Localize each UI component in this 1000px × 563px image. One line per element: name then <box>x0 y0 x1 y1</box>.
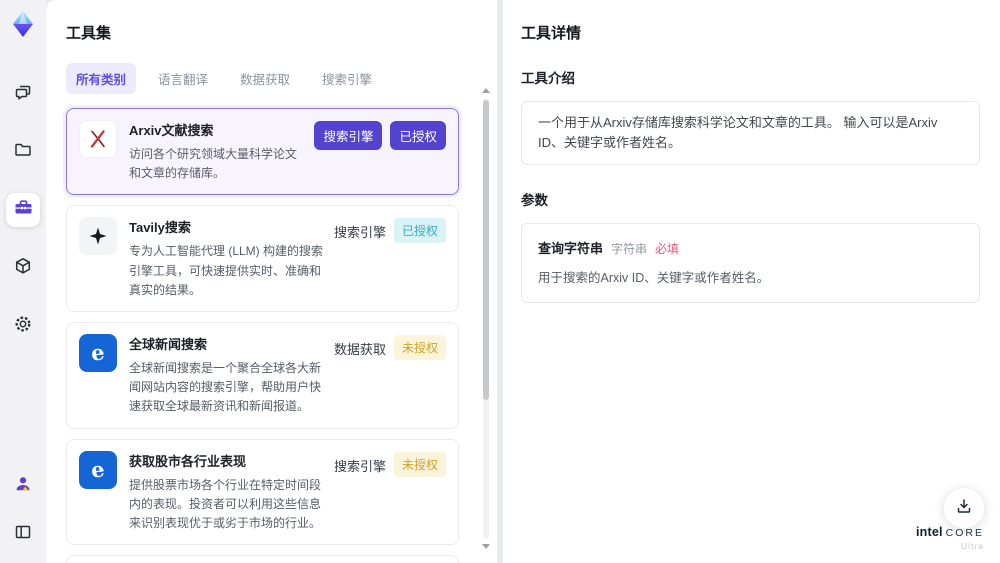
category-tabs: 所有类别 语言翻译 数据获取 搜索引擎 <box>66 63 473 94</box>
list-scrollbar[interactable] <box>482 88 490 549</box>
scrollbar-up-arrow-icon[interactable] <box>482 88 490 93</box>
param-name: 查询字符串 <box>538 241 604 257</box>
tool-description: 提供股票市场各个行业在特定时间段内的表现。投资者可以利用这些信息来识别表现优于或… <box>129 477 322 530</box>
category-tag: 搜索引擎 <box>333 225 386 241</box>
param-type: 字符串 <box>611 242 648 257</box>
intel-core-logo: intel CORE Ultra <box>915 525 984 551</box>
tool-name: Arxiv文献搜索 <box>129 123 214 138</box>
download-icon <box>955 497 973 520</box>
sidebar-item-packages[interactable] <box>6 251 40 285</box>
news-logo-icon: e <box>79 450 117 489</box>
param-description: 用于搜索的Arxiv ID、关键字或作者姓名。 <box>538 271 770 286</box>
sidebar-item-account[interactable] <box>6 469 40 503</box>
tool-card-sector-performance[interactable]: e 获取股市各行业表现 提供股票市场各个行业在特定时间段内的表现。投资者可以利用… <box>66 438 459 546</box>
tool-list: Arxiv文献搜索 访问各个研究领域大量科学论文和文章的存储库。 搜索引擎 已授… <box>66 108 473 563</box>
news-logo-icon: e <box>79 333 117 372</box>
tool-card-arxiv[interactable]: Arxiv文献搜索 访问各个研究领域大量科学论文和文章的存储库。 搜索引擎 已授… <box>66 108 459 196</box>
param-required-flag: 必填 <box>655 242 680 257</box>
tab-all-categories[interactable]: 所有类别 <box>66 63 137 94</box>
brand-sub-text: Ultra <box>961 540 984 551</box>
panel-toggle-icon <box>13 522 33 547</box>
sidebar-rail <box>0 0 46 563</box>
package-icon <box>13 256 33 281</box>
tavily-star-icon <box>79 217 117 256</box>
toolbox-icon <box>13 197 34 223</box>
auth-status-badge: 已授权 <box>393 218 446 244</box>
tools-panel: 工具集 所有类别 语言翻译 数据获取 搜索引擎 Arxiv文献搜索 访问各个研究… <box>46 0 497 563</box>
params-heading: 参数 <box>521 193 548 209</box>
details-title: 工具详情 <box>521 25 582 42</box>
scrollbar-thumb[interactable] <box>483 100 489 400</box>
tool-description: 访问各个研究领域大量科学论文和文章的存储库。 <box>129 147 298 181</box>
auth-status-badge[interactable]: 已授权 <box>390 121 446 150</box>
settings-gear-icon <box>13 314 33 339</box>
sidebar-item-tools[interactable] <box>6 193 40 227</box>
app-logo-gem-icon <box>10 10 36 43</box>
brand-intel-text: intel <box>915 525 943 539</box>
page-title: 工具集 <box>66 25 112 42</box>
sidebar-item-chat[interactable] <box>6 77 40 111</box>
category-tag: 数据获取 <box>333 341 386 357</box>
sidebar-item-settings[interactable] <box>6 309 40 343</box>
auth-status-badge: 未授权 <box>393 451 446 477</box>
auth-status-badge: 未授权 <box>393 334 446 360</box>
tool-description: 全球新闻搜索是一个聚合全球各大新闻网站内容的搜索引擎，帮助用户快速获取全球最新资… <box>129 360 322 414</box>
chat-icon <box>13 82 33 107</box>
tab-language-translation[interactable]: 语言翻译 <box>148 63 218 94</box>
tool-name: 获取股市各行业表现 <box>129 453 247 469</box>
folder-icon <box>13 140 33 165</box>
parameter-card: 查询字符串 字符串 必填 用于搜索的Arxiv ID、关键字或作者姓名。 <box>521 223 980 304</box>
tool-name: 全球新闻搜索 <box>129 336 208 352</box>
category-tag[interactable]: 搜索引擎 <box>314 121 383 150</box>
brand-core-text: CORE <box>945 527 984 539</box>
tool-card-most-active-stocks[interactable]: e 获取市场最活跃股票信息 提供当天交易量最高的股票列表，投资者可以利用这些信息… <box>66 555 459 563</box>
tool-name: Tavily搜索 <box>129 220 191 236</box>
tool-details-panel: 工具详情 工具介绍 一个用于从Arxiv存储库搜索科学论文和文章的工具。 输入可… <box>503 0 1000 563</box>
sidebar-item-files[interactable] <box>6 135 40 169</box>
category-tag: 搜索引擎 <box>333 458 386 474</box>
download-button[interactable] <box>943 487 985 529</box>
user-icon <box>13 474 33 499</box>
scrollbar-down-arrow-icon[interactable] <box>482 544 490 549</box>
arxiv-logo-icon <box>79 120 117 158</box>
tool-description: 专为人工智能代理 (LLM) 构建的搜索引擎工具，可快速提供实时、准确和真实的结… <box>129 244 324 297</box>
tool-card-global-news[interactable]: e 全球新闻搜索 全球新闻搜索是一个聚合全球各大新闻网站内容的搜索引擎，帮助用户… <box>66 321 459 429</box>
tool-intro-text: 一个用于从Arxiv存储库搜索科学论文和文章的工具。 输入可以是Arxiv ID… <box>521 101 980 166</box>
intro-heading: 工具介绍 <box>521 71 575 86</box>
tab-data-acquisition[interactable]: 数据获取 <box>230 63 300 94</box>
tool-card-tavily[interactable]: Tavily搜索 专为人工智能代理 (LLM) 构建的搜索引擎工具，可快速提供实… <box>66 205 459 312</box>
sidebar-item-panel-toggle[interactable] <box>6 517 40 551</box>
tab-search-engine[interactable]: 搜索引擎 <box>312 63 382 94</box>
